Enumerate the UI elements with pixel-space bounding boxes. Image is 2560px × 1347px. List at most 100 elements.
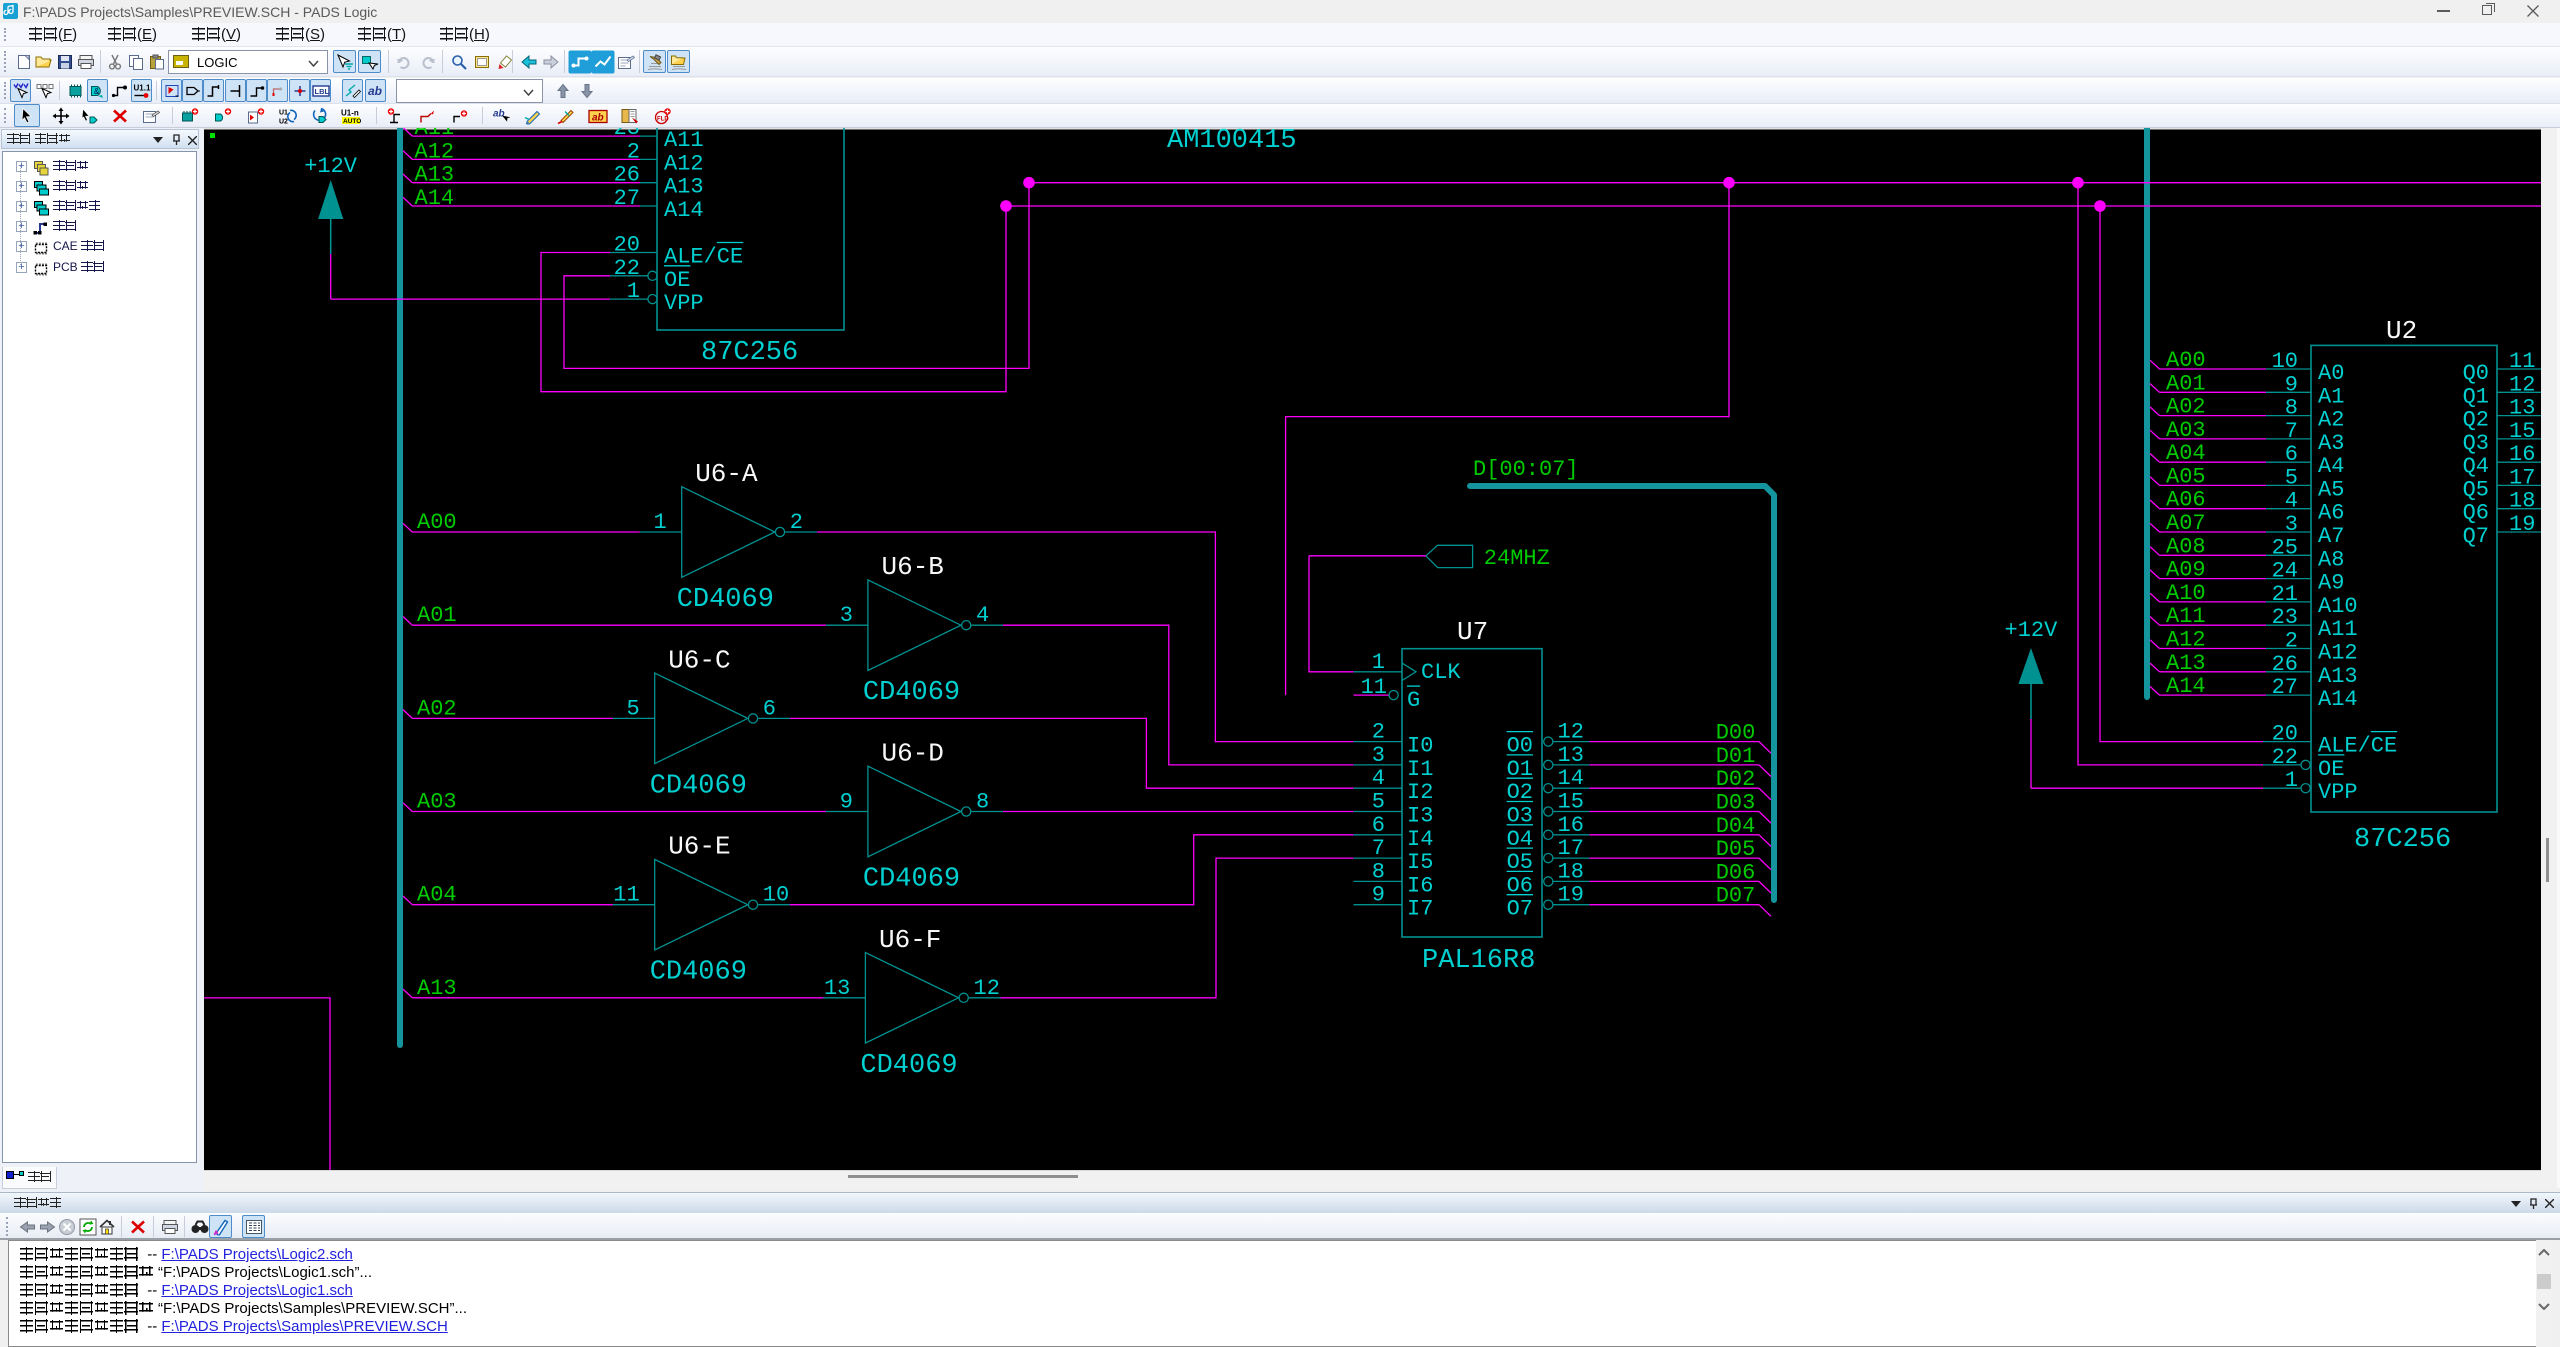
svg-text:26: 26 [2272,652,2298,677]
svg-text:Q1: Q1 [2463,384,2489,409]
svg-text:12: 12 [1558,720,1584,745]
svg-text:A13: A13 [417,976,457,1001]
svg-text:6: 6 [2285,442,2298,467]
svg-text:A13: A13 [664,175,704,200]
svg-text:D04: D04 [1716,814,1756,839]
svg-text:CLK: CLK [1421,660,1461,685]
svg-text:A6: A6 [2318,501,2344,526]
svg-text:5: 5 [626,696,639,721]
svg-text:7: 7 [1372,836,1385,861]
svg-text:1: 1 [1372,650,1385,675]
svg-text:20: 20 [2272,722,2298,747]
svg-text:15: 15 [2509,419,2535,444]
svg-text:87C256: 87C256 [701,338,798,368]
svg-text:A2: A2 [2318,408,2344,433]
svg-text:A13: A13 [2166,651,2206,676]
svg-text:ab: ab [592,112,604,123]
svg-text:Q6: Q6 [2463,501,2489,526]
svg-text:A04: A04 [2166,441,2206,466]
svg-text:A03: A03 [2166,418,2206,443]
svg-text:6: 6 [1372,813,1385,838]
svg-text:U6-B: U6-B [882,552,944,582]
svg-text:A11: A11 [664,128,704,153]
svg-text:2: 2 [790,510,803,535]
svg-text:A14: A14 [415,186,455,211]
svg-text:U6-A: U6-A [695,459,758,489]
svg-text:D07: D07 [1716,884,1756,909]
svg-text:9: 9 [1372,883,1385,908]
svg-text:9: 9 [840,790,853,815]
svg-text:O7: O7 [1507,897,1533,922]
svg-text:CD4069: CD4069 [650,958,747,988]
svg-text:25: 25 [2272,535,2298,560]
svg-text:A01: A01 [417,603,457,628]
svg-text:FLD: FLD [657,116,669,122]
svg-text:I2: I2 [1407,780,1433,805]
svg-text:I1: I1 [1407,757,1433,782]
svg-text:G: G [1407,688,1420,713]
svg-text:A10: A10 [2318,594,2358,619]
svg-text:A09: A09 [2166,558,2206,583]
svg-text:VPP: VPP [2318,780,2358,805]
svg-text:5: 5 [2285,465,2298,490]
svg-text:4: 4 [976,603,989,628]
svg-text:8: 8 [976,790,989,815]
svg-text:3: 3 [1372,743,1385,768]
svg-text:21: 21 [2272,582,2298,607]
svg-text:A1: A1 [2318,384,2344,409]
svg-text:A07: A07 [2166,511,2206,536]
svg-text:4: 4 [1372,766,1385,791]
svg-text:D05: D05 [1716,837,1756,862]
svg-text:16: 16 [2509,442,2535,467]
svg-text:A14: A14 [2166,674,2206,699]
svg-text:2: 2 [2285,629,2298,654]
svg-text:A13: A13 [415,163,455,188]
svg-text:A12: A12 [2166,628,2206,653]
svg-text:CD4069: CD4069 [650,771,747,801]
svg-text:AM100415: AM100415 [1167,128,1297,156]
svg-text:D03: D03 [1716,791,1756,816]
svg-text:U7: U7 [1457,617,1488,647]
svg-text:A10: A10 [2166,581,2206,606]
svg-text:A12: A12 [415,139,455,164]
svg-text:+12V: +12V [2005,618,2059,643]
svg-text:CD4069: CD4069 [863,678,960,708]
svg-text:OE: OE [2318,757,2344,782]
svg-text:U6-E: U6-E [668,832,730,862]
svg-text:3: 3 [2285,512,2298,537]
svg-text:8: 8 [2285,396,2298,421]
svg-text:U6-F: U6-F [879,925,941,955]
svg-text:A3: A3 [2318,431,2344,456]
svg-text:A01: A01 [2166,371,2206,396]
svg-text:A03: A03 [417,790,457,815]
svg-text:5: 5 [1372,790,1385,815]
svg-text:Q0: Q0 [2463,361,2489,386]
svg-text:A7: A7 [2318,524,2344,549]
svg-text:CD4069: CD4069 [677,585,774,615]
svg-text:U1.1: U1.1 [133,83,150,92]
svg-text:U1: U1 [279,109,288,116]
svg-text:I3: I3 [1407,804,1433,829]
svg-text:CD4069: CD4069 [863,865,960,895]
svg-text:13: 13 [2509,396,2535,421]
svg-text:PAL16R8: PAL16R8 [1422,946,1535,976]
svg-text:2: 2 [1372,720,1385,745]
svg-text:1: 1 [2285,768,2298,793]
svg-text:A00: A00 [2166,348,2206,373]
svg-text:+12V: +12V [304,154,358,179]
svg-text:Q7: Q7 [2463,524,2489,549]
svg-text:D00: D00 [1716,721,1756,746]
svg-text:A12: A12 [2318,641,2358,666]
svg-text:27: 27 [2272,675,2298,700]
svg-text:Q5: Q5 [2463,477,2489,502]
svg-text:3: 3 [840,603,853,628]
svg-text:U6-C: U6-C [668,645,730,675]
svg-text:I5: I5 [1407,850,1433,875]
svg-text:27: 27 [614,186,640,211]
svg-text:87C256: 87C256 [2354,825,2451,855]
svg-text:12: 12 [2509,372,2535,397]
svg-text:I6: I6 [1407,873,1433,898]
svg-text:26: 26 [614,163,640,188]
svg-text:A0: A0 [2318,361,2344,386]
svg-text:17: 17 [2509,465,2535,490]
